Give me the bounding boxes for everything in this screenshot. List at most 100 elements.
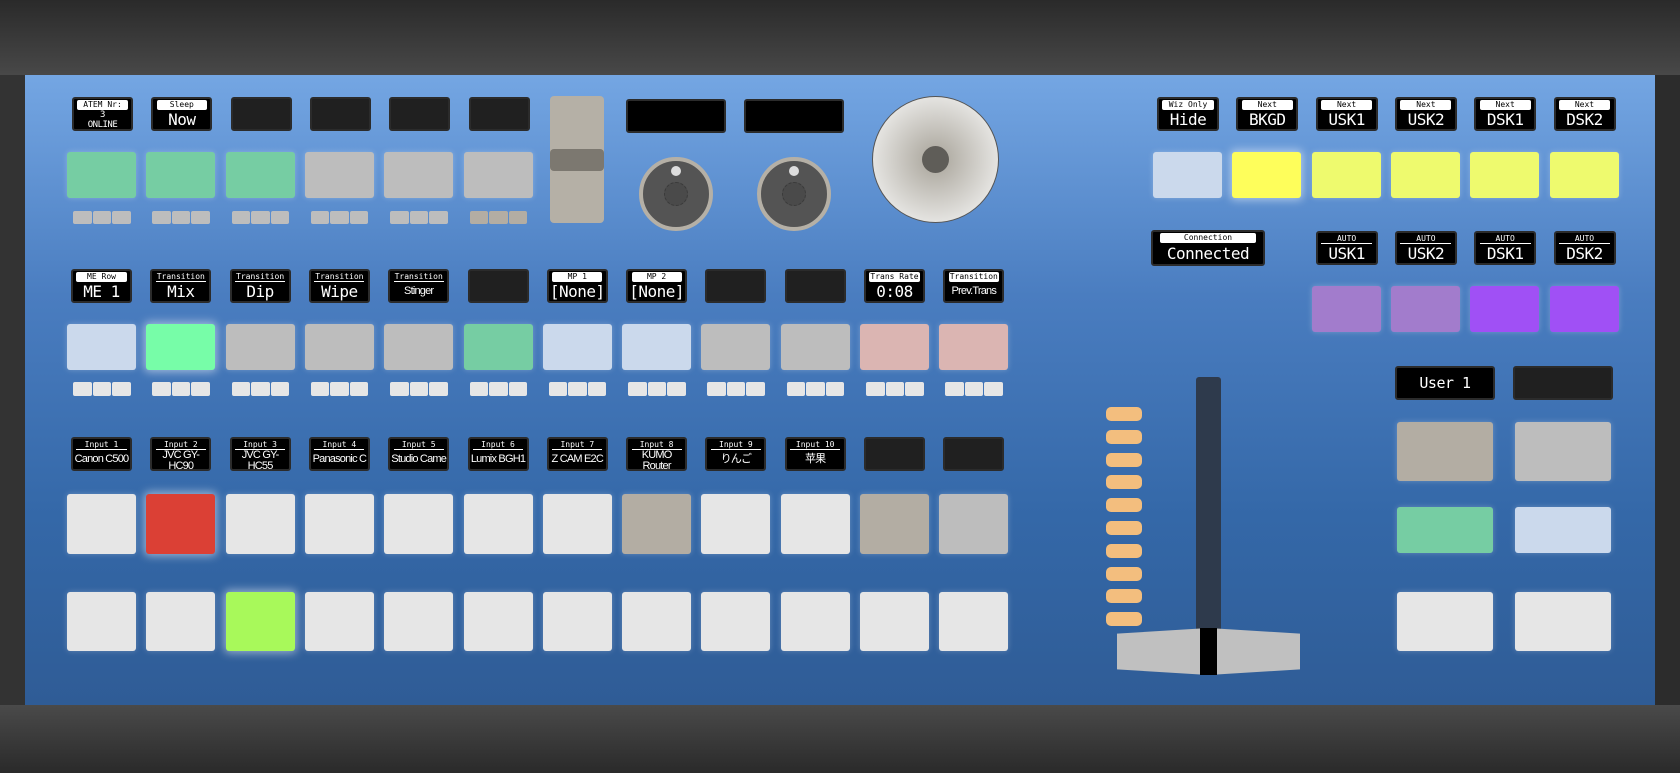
row2-button-4[interactable]: [304, 324, 374, 370]
user-button-2-2[interactable]: [1515, 507, 1611, 553]
row2-button-2[interactable]: [146, 324, 216, 370]
row2-strip-key[interactable]: [628, 382, 647, 396]
program-button-9[interactable]: [701, 494, 771, 554]
program-button-12[interactable]: [939, 494, 1009, 554]
program-button-7[interactable]: [542, 494, 612, 554]
row1-strip-key[interactable]: [409, 211, 429, 224]
program-button-11[interactable]: [860, 494, 929, 554]
row2-strip-key[interactable]: [171, 382, 191, 396]
row2-strip-key[interactable]: [866, 382, 885, 396]
user-button-3-1[interactable]: [1397, 592, 1493, 651]
row2-strip-key[interactable]: [806, 382, 825, 396]
preview-button-9[interactable]: [701, 592, 771, 651]
next-button-3[interactable]: [1311, 152, 1381, 198]
row2-strip-key[interactable]: [390, 382, 409, 396]
row2-strip-key[interactable]: [349, 382, 369, 396]
row2-button-6[interactable]: [463, 324, 533, 370]
row1-strip-key[interactable]: [73, 211, 92, 224]
row1-strip-key[interactable]: [191, 211, 210, 224]
row2-strip-key[interactable]: [112, 382, 131, 396]
next-button-6[interactable]: [1549, 152, 1619, 198]
row1-strip-key[interactable]: [508, 211, 527, 224]
row2-strip-key[interactable]: [825, 382, 845, 396]
preview-button-1[interactable]: [67, 592, 136, 651]
row1-strip-key[interactable]: [270, 211, 290, 224]
row2-strip-key[interactable]: [945, 382, 964, 396]
preview-button-5[interactable]: [384, 592, 454, 651]
row1-button-3[interactable]: [225, 152, 295, 198]
row2-strip-key[interactable]: [429, 382, 448, 396]
preview-button-8[interactable]: [622, 592, 692, 651]
row2-button-3[interactable]: [225, 324, 295, 370]
user-button-1-2[interactable]: [1515, 422, 1611, 481]
row2-strip-key[interactable]: [330, 382, 349, 396]
row2-strip-key[interactable]: [587, 382, 607, 396]
preview-button-11[interactable]: [860, 592, 929, 651]
row2-strip-key[interactable]: [73, 382, 92, 396]
next-button-1[interactable]: [1153, 152, 1222, 198]
row2-strip-key[interactable]: [270, 382, 290, 396]
row1-strip-key[interactable]: [251, 211, 270, 224]
jog-wheel[interactable]: [872, 96, 999, 223]
program-button-2[interactable]: [146, 494, 216, 554]
row1-strip-key[interactable]: [429, 211, 448, 224]
row2-strip-key[interactable]: [251, 382, 270, 396]
program-button-1[interactable]: [67, 494, 136, 554]
row1-strip-key[interactable]: [171, 211, 191, 224]
program-button-8[interactable]: [622, 494, 692, 554]
row1-button-5[interactable]: [384, 152, 454, 198]
row2-button-1[interactable]: [67, 324, 136, 370]
preview-button-4[interactable]: [304, 592, 374, 651]
row1-strip-key[interactable]: [489, 211, 508, 224]
program-button-10[interactable]: [780, 494, 850, 554]
row2-strip-key[interactable]: [231, 382, 251, 396]
preview-button-12[interactable]: [939, 592, 1009, 651]
row2-strip-key[interactable]: [191, 382, 210, 396]
row2-strip-key[interactable]: [92, 382, 111, 396]
fader-handle[interactable]: [550, 149, 604, 171]
row1-button-6[interactable]: [463, 152, 533, 198]
row2-strip-key[interactable]: [469, 382, 488, 396]
row2-button-7[interactable]: [542, 324, 612, 370]
row2-strip-key[interactable]: [508, 382, 527, 396]
row1-button-1[interactable]: [67, 152, 136, 198]
row2-strip-key[interactable]: [667, 382, 686, 396]
next-button-2[interactable]: [1232, 152, 1302, 198]
row2-strip-key[interactable]: [707, 382, 726, 396]
user-button-1-1[interactable]: [1397, 422, 1493, 481]
row2-strip-key[interactable]: [310, 382, 330, 396]
row2-strip-key[interactable]: [152, 382, 171, 396]
row2-button-12[interactable]: [939, 324, 1009, 370]
next-button-4[interactable]: [1390, 152, 1460, 198]
rotary-knob-1-icon[interactable]: [639, 157, 713, 231]
rotary-knob-2-icon[interactable]: [757, 157, 831, 231]
row2-strip-key[interactable]: [409, 382, 429, 396]
row2-button-10[interactable]: [780, 324, 850, 370]
program-button-6[interactable]: [463, 494, 533, 554]
row2-strip-key[interactable]: [905, 382, 924, 396]
row2-strip-key[interactable]: [548, 382, 568, 396]
preview-button-2[interactable]: [146, 592, 216, 651]
row1-button-4[interactable]: [304, 152, 374, 198]
row2-strip-key[interactable]: [786, 382, 806, 396]
row1-strip-key[interactable]: [390, 211, 409, 224]
program-button-4[interactable]: [304, 494, 374, 554]
row2-button-5[interactable]: [384, 324, 454, 370]
user-button-2-1[interactable]: [1397, 507, 1493, 553]
preview-button-3[interactable]: [225, 592, 295, 651]
row1-strip-key[interactable]: [112, 211, 131, 224]
row1-strip-key[interactable]: [92, 211, 111, 224]
row1-button-2[interactable]: [146, 152, 216, 198]
row2-button-9[interactable]: [701, 324, 771, 370]
row2-strip-key[interactable]: [885, 382, 904, 396]
row1-strip-key[interactable]: [231, 211, 251, 224]
program-button-5[interactable]: [384, 494, 454, 554]
row1-strip-key[interactable]: [469, 211, 488, 224]
row1-strip-key[interactable]: [310, 211, 330, 224]
row2-button-8[interactable]: [622, 324, 692, 370]
auto-button-4[interactable]: [1549, 286, 1619, 332]
preview-button-7[interactable]: [542, 592, 612, 651]
row2-strip-key[interactable]: [726, 382, 746, 396]
auto-button-3[interactable]: [1470, 286, 1540, 332]
row2-strip-key[interactable]: [647, 382, 667, 396]
